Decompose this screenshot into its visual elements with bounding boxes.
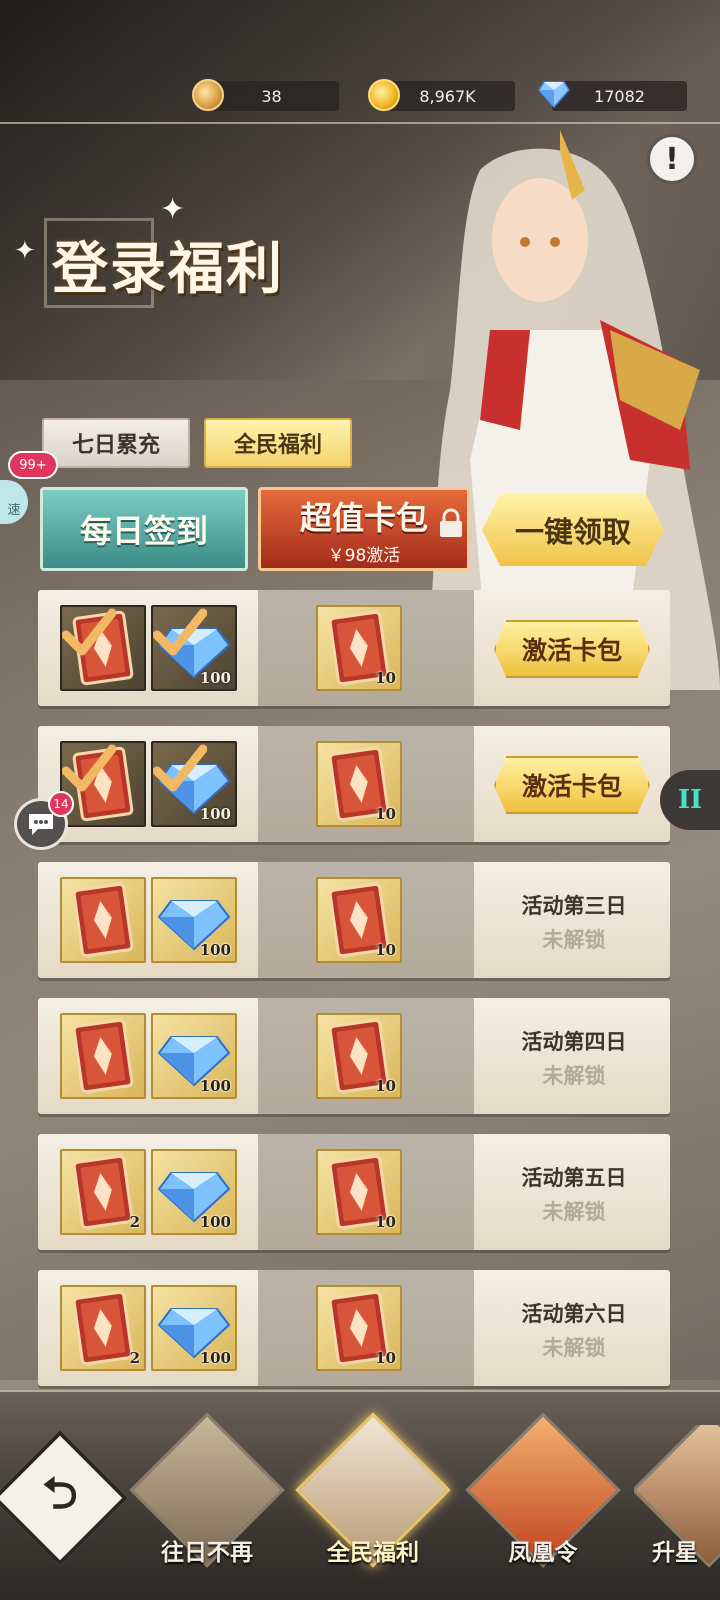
- info-button[interactable]: !: [647, 134, 697, 184]
- reward-row: 100 10 活动第四日未解锁: [38, 998, 670, 1114]
- card-pack-reward-icon[interactable]: 10: [316, 1149, 402, 1235]
- reward-row: 100 10 激活卡包: [38, 590, 670, 706]
- chat-bubble-icon: [29, 814, 53, 835]
- reward-row: 100 10 活动第三日未解锁: [38, 862, 670, 978]
- gold-amount: 8,967K: [419, 86, 476, 106]
- diamond-reward-icon[interactable]: 100: [151, 1149, 237, 1235]
- reward-quantity: 10: [375, 941, 396, 959]
- card-pack-reward-icon[interactable]: [60, 741, 146, 827]
- reward-quantity: 2: [129, 1349, 140, 1367]
- gold-counter[interactable]: 8,967K: [368, 79, 515, 111]
- card-pack-reward-icon[interactable]: [60, 877, 146, 963]
- card-pack-reward-icon[interactable]: 10: [316, 605, 402, 691]
- pause-button[interactable]: II: [660, 770, 720, 830]
- token-coin-icon: [192, 79, 224, 111]
- tab-seven-day-recharge[interactable]: 七日累充: [42, 418, 190, 468]
- value-pack-label: 超值卡包: [299, 498, 428, 537]
- back-arrow-icon[interactable]: ⮌: [30, 1468, 90, 1528]
- reward-quantity: 10: [375, 669, 396, 687]
- header-divider: [0, 122, 720, 124]
- notification-badge: 99+: [8, 451, 58, 479]
- event-day-label: 活动第五日: [521, 1165, 627, 1190]
- card-pack-reward-icon[interactable]: 2: [60, 1149, 146, 1235]
- token-counter[interactable]: 38: [192, 79, 339, 111]
- nav-past-days-label: 往日不再: [161, 1539, 253, 1566]
- value-pack-price: ￥98激活: [327, 545, 401, 566]
- gem-counter[interactable]: 17082: [538, 81, 687, 111]
- reward-row: 100 10 激活卡包: [38, 726, 670, 842]
- nav-star-up-label: 升星: [652, 1539, 698, 1566]
- locked-status: 未解锁: [542, 927, 606, 952]
- reward-quantity: 100: [199, 805, 231, 823]
- page-title: 登录福利: [52, 236, 284, 302]
- tab-universal-welfare[interactable]: 全民福利: [204, 418, 352, 468]
- gem-amount: 17082: [594, 86, 645, 106]
- sparkle-icon: ✦: [160, 192, 186, 227]
- diamond-reward-icon[interactable]: 100: [151, 605, 237, 691]
- nav-phoenix-order[interactable]: 凤凰令: [465, 1412, 621, 1575]
- event-day-label: 活动第三日: [521, 893, 627, 918]
- event-day-label: 活动第四日: [521, 1029, 627, 1054]
- reward-quantity: 100: [199, 1077, 231, 1095]
- diamond-reward-icon[interactable]: 100: [151, 877, 237, 963]
- diamond-reward-icon[interactable]: 100: [151, 1013, 237, 1099]
- nav-universal-welfare-label: 全民福利: [327, 1539, 419, 1566]
- diamond-reward-icon[interactable]: 100: [151, 1285, 237, 1371]
- bottom-divider: [0, 1390, 720, 1392]
- reward-quantity: 100: [199, 1213, 231, 1231]
- card-pack-reward-icon[interactable]: 10: [316, 1285, 402, 1371]
- event-day-label: 活动第六日: [521, 1301, 627, 1326]
- diamond-icon: [538, 81, 570, 108]
- reward-quantity: 100: [199, 1349, 231, 1367]
- reward-row: 2 100 10 活动第五日未解锁: [38, 1134, 670, 1250]
- activate-pack-button[interactable]: 激活卡包: [494, 756, 650, 814]
- gold-coin-icon: [368, 79, 400, 111]
- locked-status: 未解锁: [542, 1335, 606, 1360]
- lock-icon: [440, 508, 462, 537]
- reward-quantity: 2: [129, 1213, 140, 1231]
- daily-signin-button[interactable]: 每日签到: [40, 487, 248, 571]
- sparkle-icon: ✦: [14, 236, 36, 266]
- reward-quantity: 10: [375, 1349, 396, 1367]
- card-pack-reward-icon[interactable]: [60, 605, 146, 691]
- chat-badge: 14: [48, 791, 74, 817]
- locked-status: 未解锁: [542, 1063, 606, 1088]
- reward-quantity: 100: [199, 669, 231, 687]
- card-pack-reward-icon[interactable]: 10: [316, 741, 402, 827]
- reward-quantity: 10: [375, 805, 396, 823]
- token-amount: 38: [261, 86, 282, 106]
- reward-row: 2 100 10 活动第六日未解锁: [38, 1270, 670, 1386]
- reward-quantity: 100: [199, 941, 231, 959]
- card-pack-reward-icon[interactable]: [60, 1013, 146, 1099]
- locked-status: 未解锁: [542, 1199, 606, 1224]
- nav-universal-welfare[interactable]: 全民福利: [295, 1412, 451, 1575]
- card-pack-reward-icon[interactable]: 10: [316, 877, 402, 963]
- card-pack-reward-icon[interactable]: 10: [316, 1013, 402, 1099]
- nav-phoenix-order-label: 凤凰令: [508, 1539, 578, 1566]
- activate-pack-button[interactable]: 激活卡包: [494, 620, 650, 678]
- reward-quantity: 10: [375, 1077, 396, 1095]
- nav-star-up[interactable]: 升星: [634, 1425, 720, 1575]
- diamond-reward-icon[interactable]: 100: [151, 741, 237, 827]
- claim-all-button[interactable]: 一键领取: [482, 494, 664, 566]
- reward-quantity: 10: [375, 1213, 396, 1231]
- nav-past-days[interactable]: 往日不再: [129, 1412, 285, 1575]
- card-pack-reward-icon[interactable]: 2: [60, 1285, 146, 1371]
